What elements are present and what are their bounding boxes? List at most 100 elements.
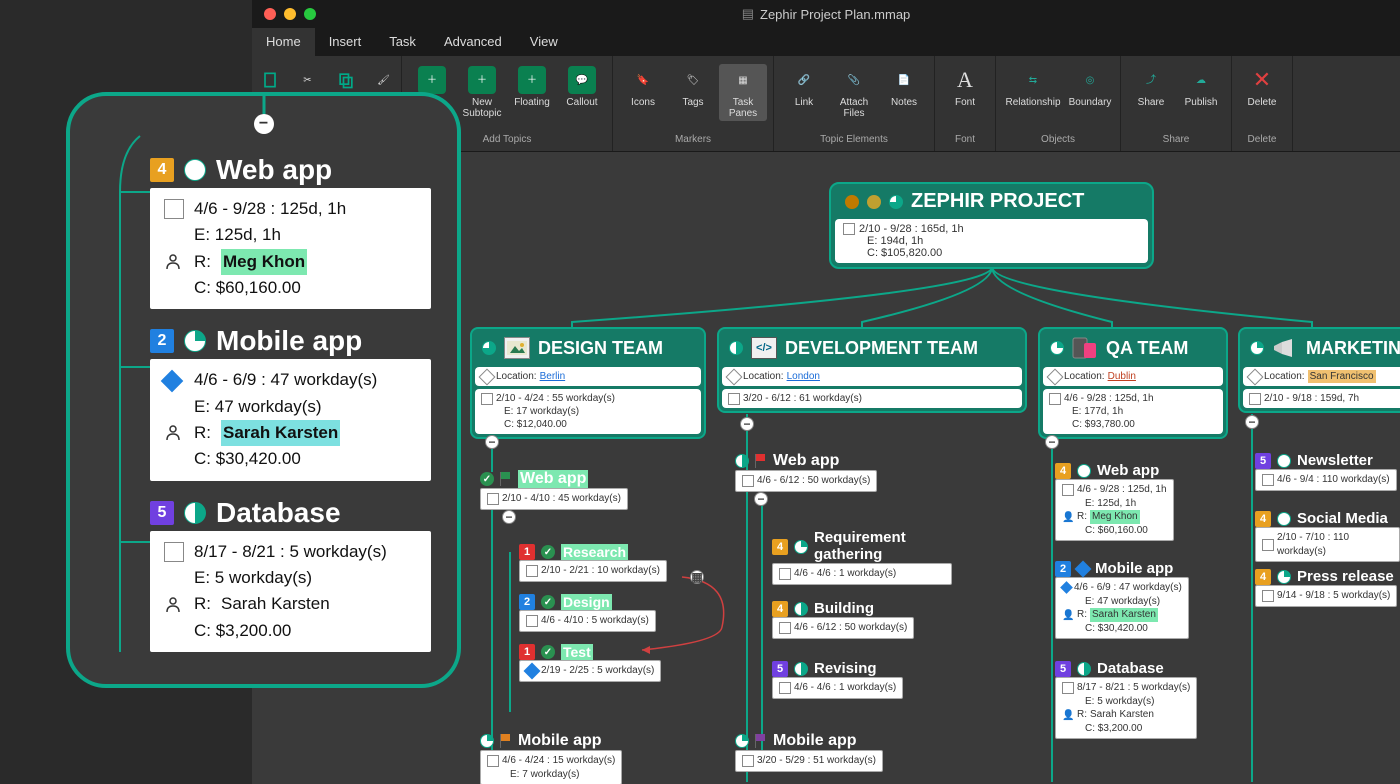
team-info: Location: Berlin (475, 367, 701, 386)
team-qa[interactable]: QA TEAM Location: Dublin 4/6 - 9/28 : 12… (1038, 327, 1228, 439)
relationship-icon: ⇆ (1019, 66, 1047, 94)
calendar-icon (1049, 393, 1061, 405)
person-icon (164, 595, 184, 615)
topic-info: 9/14 - 9/18 : 5 workday(s) (1255, 585, 1397, 607)
collapse-button[interactable]: − (1245, 415, 1259, 429)
image-icon (504, 337, 530, 359)
minimize-window-button[interactable] (284, 8, 296, 20)
relationship-handle-icon[interactable]: ▦ (690, 570, 704, 584)
boundary-button[interactable]: ◎Boundary (1066, 64, 1114, 110)
topic-press-release[interactable]: 4Press release 9/14 - 9/18 : 5 workday(s… (1255, 568, 1397, 607)
team-info: Location: Dublin (1043, 367, 1223, 386)
team-info-dates: 2/10 - 9/18 : 159d, 7h (1243, 389, 1400, 408)
check-icon: ✓ (480, 472, 494, 486)
tab-task[interactable]: Task (375, 28, 430, 56)
calendar-icon (728, 393, 740, 405)
topic-web-app[interactable]: ✓Web app 2/10 - 4/10 : 45 workday(s) (480, 470, 628, 510)
check-icon: ✓ (541, 545, 555, 559)
topic-requirement[interactable]: 4Requirement gathering 4/6 - 4/6 : 1 wor… (772, 530, 952, 585)
topic-revising[interactable]: 5Revising 4/6 - 4/6 : 1 workday(s) (772, 660, 903, 699)
task-panes-button[interactable]: ▦Task Panes (719, 64, 767, 121)
team-name: DEVELOPMENT TEAM (785, 338, 978, 359)
topic-building[interactable]: 4Building 4/6 - 6/12 : 50 workday(s) (772, 600, 914, 639)
flag-icon (500, 734, 512, 748)
priority-badge: 4 (150, 158, 174, 182)
progress-pie-icon (1250, 341, 1264, 355)
calendar-icon (1262, 539, 1274, 551)
topic-research[interactable]: 1✓Research 2/10 - 2/21 : 10 workday(s) (519, 544, 667, 582)
collapse-button[interactable]: − (254, 114, 274, 134)
tab-insert[interactable]: Insert (315, 28, 376, 56)
floating-button[interactable]: ＋Floating (508, 64, 556, 110)
paperclip-icon: 📎 (840, 66, 868, 94)
person-icon: 👤 (1062, 511, 1074, 523)
collapse-button[interactable]: − (485, 435, 499, 449)
topic-qa-webapp[interactable]: 4Web app 4/6 - 9/28 : 125d, 1h E: 125d, … (1055, 462, 1174, 541)
team-marketing[interactable]: MARKETING Location: San Francisco 2/10 -… (1238, 327, 1400, 413)
publish-button[interactable]: ☁Publish (1177, 64, 1225, 110)
topic-mobile-app[interactable]: Mobile app 4/6 - 4/24 : 15 workday(s)E: … (480, 732, 622, 784)
topic-qa-database[interactable]: 5Database 8/17 - 8/21 : 5 workday(s) E: … (1055, 660, 1197, 739)
popout-item-webapp[interactable]: 4Web app 4/6 - 9/28 : 125d, 1h E: 125d, … (150, 154, 431, 309)
tab-home[interactable]: Home (252, 28, 315, 56)
progress-pie-icon (1050, 341, 1064, 355)
popout-item-mobile[interactable]: 2Mobile app 4/6 - 6/9 : 47 workday(s) E:… (150, 325, 431, 480)
attach-files-button[interactable]: 📎Attach Files (830, 64, 878, 121)
detail-popout: − 4Web app 4/6 - 9/28 : 125d, 1h E: 125d… (66, 92, 461, 688)
share-button[interactable]: ⤴Share (1127, 64, 1175, 110)
topic-test[interactable]: 1✓Test 2/19 - 2/25 : 5 workday(s) (519, 644, 661, 682)
topic-title: Social Media (1297, 510, 1388, 527)
topic-social-media[interactable]: 4Social Media 2/10 - 7/10 : 110 workday(… (1255, 510, 1400, 562)
check-icon: ✓ (541, 595, 555, 609)
tab-advanced[interactable]: Advanced (430, 28, 516, 56)
topic-info: 2/10 - 2/21 : 10 workday(s) (519, 560, 667, 582)
link-button[interactable]: 🔗Link (780, 64, 828, 110)
calendar-icon (779, 568, 791, 580)
tag-icon (726, 368, 743, 385)
team-design[interactable]: DESIGN TEAM Location: Berlin 2/10 - 4/24… (470, 327, 706, 439)
collapse-button[interactable]: − (740, 417, 754, 431)
progress-pie-icon (480, 734, 494, 748)
topic-info: 4/6 - 4/6 : 1 workday(s) (772, 563, 952, 585)
popout-item-database[interactable]: 5Database 8/17 - 8/21 : 5 workday(s) E: … (150, 497, 431, 652)
task-panes-icon: ▦ (729, 66, 757, 94)
progress-pie-icon (735, 734, 749, 748)
callout-button[interactable]: 💬Callout (558, 64, 606, 110)
priority-badge: 4 (772, 601, 788, 617)
team-info-dates: 3/20 - 6/12 : 61 workday(s) (722, 389, 1022, 408)
font-button[interactable]: AFont (941, 64, 989, 110)
globe-icon (867, 195, 881, 209)
team-dev[interactable]: </> DEVELOPMENT TEAM Location: London 3/… (717, 327, 1027, 413)
collapse-button[interactable]: − (1045, 435, 1059, 449)
notes-icon: 📄 (890, 66, 918, 94)
new-subtopic-button[interactable]: ＋New Subtopic (458, 64, 506, 121)
tab-view[interactable]: View (516, 28, 572, 56)
notes-button[interactable]: 📄Notes (880, 64, 928, 110)
team-info-dates: 4/6 - 9/28 : 125d, 1h E: 177d, 1h C: $93… (1043, 389, 1223, 434)
tags-button[interactable]: 🏷Tags (669, 64, 717, 110)
topic-info: 4/6 - 6/12 : 50 workday(s) (735, 470, 877, 492)
plus-icon: ＋ (468, 66, 496, 94)
document-icon: ▤ (742, 6, 754, 22)
topic-qa-mobile[interactable]: 2Mobile app 4/6 - 6/9 : 47 workday(s) E:… (1055, 560, 1189, 639)
close-window-button[interactable] (264, 8, 276, 20)
zoom-window-button[interactable] (304, 8, 316, 20)
icons-button[interactable]: 🔖Icons (619, 64, 667, 110)
relationship-button[interactable]: ⇆Relationship (1002, 64, 1064, 110)
person-icon (164, 252, 184, 272)
progress-pie-icon (729, 341, 743, 355)
topic-web-app[interactable]: Web app 4/6 - 6/12 : 50 workday(s) (735, 452, 877, 492)
team-info-dates: 2/10 - 4/24 : 55 workday(s) E: 17 workda… (475, 389, 701, 434)
collapse-button[interactable]: − (754, 492, 768, 506)
progress-pie-icon (794, 662, 808, 676)
group-topic-elements: Topic Elements (820, 134, 888, 147)
topic-mobile-app[interactable]: Mobile app 3/20 - 5/29 : 51 workday(s) (735, 732, 883, 772)
topic-info: 8/17 - 8/21 : 5 workday(s) E: 5 workday(… (150, 531, 431, 652)
cloud-icon: ☁ (1187, 66, 1215, 94)
topic-newsletter[interactable]: 5Newsletter 4/6 - 9/4 : 110 workday(s) (1255, 452, 1397, 491)
root-node[interactable]: ZEPHIR PROJECT 2/10 - 9/28 : 165d, 1h E:… (829, 182, 1154, 269)
topic-title: Press release (1297, 568, 1394, 585)
topic-design[interactable]: 2✓Design 4/6 - 4/10 : 5 workday(s) (519, 594, 656, 632)
delete-button[interactable]: ✕Delete (1238, 64, 1286, 110)
collapse-button[interactable]: − (502, 510, 516, 524)
